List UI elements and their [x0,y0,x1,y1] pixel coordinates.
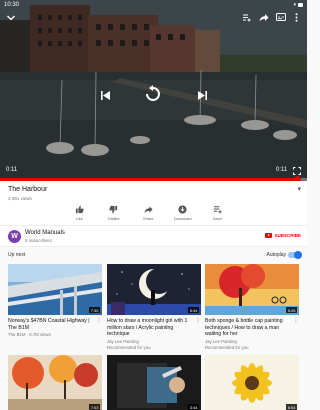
subscribe-button[interactable]: SUBSCRIBE [265,233,301,238]
video-thumbnail[interactable]: 5:26 [205,264,299,315]
replay-icon[interactable] [143,84,163,104]
dislike-button[interactable]: Dislike [97,205,132,221]
share-button[interactable]: Share [131,205,166,221]
download-label: Download [173,216,192,221]
card-meta: Jay Lee Painting [107,338,139,344]
recommendation-card[interactable]: 7:30 Norway's $47BN Coastal Highway | Th… [8,264,102,338]
save-button[interactable]: Save [200,205,235,221]
share-icon[interactable] [259,12,269,22]
channel-row[interactable]: W World Manuals 5 subscribers SUBSCRIBE [0,225,307,247]
download-button[interactable]: Download [166,205,201,221]
youtube-logo-icon [265,233,273,238]
wifi-icon: ▾ [293,2,296,8]
duration-badge: 7:30 [89,307,100,313]
view-count: 2,491 views [8,196,32,201]
download-icon [178,205,187,214]
thumbnail-image [8,355,102,410]
recommendation-card[interactable]: 7:03 [8,355,102,410]
video-info: The Harbour 2,491 views ▾ Like Dislike S… [0,181,307,225]
save-label: Save [212,216,222,221]
subscriber-count: 5 subscribers [25,238,52,243]
up-next-label: Up next [8,252,26,258]
add-to-queue-icon[interactable] [241,12,251,22]
more-options-icon[interactable] [292,12,300,22]
autoplay-toggle-knob [294,251,302,259]
dislike-label: Dislike [107,216,120,221]
recommendation-card[interactable]: 5:44 How to draw a moonlight girl with 1… [107,264,201,351]
add-to-playlist-icon [213,206,222,214]
video-thumbnail[interactable]: 6:54 [205,355,299,410]
thumbs-down-icon [109,205,118,214]
video-thumbnail[interactable]: 7:03 [8,355,102,410]
action-bar: Like Dislike Share Download Save [62,205,235,221]
share-label: Share [142,216,154,221]
subscribe-label: SUBSCRIBE [274,233,301,238]
autoplay-toggle[interactable] [288,251,302,259]
thumbnail-image [107,264,201,315]
thumbs-up-icon [75,205,84,214]
recommendation-card[interactable]: 5:26 Both sponge & bottle cap painting t… [205,264,299,351]
next-icon[interactable] [195,88,209,102]
status-icons: ▾ [293,2,303,8]
duration-badge: 3:44 [188,404,199,410]
card-meta-secondary: Recommended for you [205,345,249,350]
duration-badge: 7:03 [89,404,100,410]
autoplay-label: Autoplay [266,252,286,258]
minimize-icon[interactable] [5,12,17,24]
recommendation-card[interactable]: 3:44 [107,355,201,410]
more-options-icon[interactable]: ⋮ [96,318,102,324]
status-bar: 10:30 ▾ [0,0,307,10]
card-title: Norway's $47BN Coastal Highway | The B1M [8,318,90,331]
duration-badge: 6:54 [286,404,297,410]
recommendation-card[interactable]: 6:54 [205,355,299,410]
expand-description-icon[interactable]: ▾ [297,185,301,193]
video-player[interactable]: 10:30 ▾ 0:11 0:11 [0,0,307,181]
card-meta: The B1M · 8.7M views [8,332,51,337]
previous-icon[interactable] [98,88,112,102]
up-next-header: Up next Autoplay [0,247,307,263]
avatar[interactable]: W [8,230,21,243]
duration-badge: 5:44 [188,307,199,313]
share-icon [144,206,153,214]
channel-name[interactable]: World Manuals [25,230,65,236]
video-title: The Harbour [8,186,48,193]
thumbnail-image [205,355,299,410]
remaining-time: 0:11 [276,167,288,173]
thumbnail-image [107,355,201,410]
video-thumbnail[interactable]: 3:44 [107,355,201,410]
video-thumbnail[interactable]: 7:30 [8,264,102,315]
thumbnail-image [8,264,102,315]
like-label: Like [75,216,83,221]
card-meta: Jay Lee Painting [205,338,237,344]
card-title: Both sponge & bottle cap painting techni… [205,318,283,337]
more-options-icon[interactable]: ⋮ [195,318,201,324]
fullscreen-icon[interactable] [292,166,301,175]
like-button[interactable]: Like [62,205,97,221]
captions-icon[interactable] [276,12,286,22]
video-thumbnail[interactable]: 5:44 [107,264,201,315]
battery-icon [298,3,303,7]
duration-badge: 5:26 [286,307,297,313]
card-meta-secondary: Recommended for you [107,345,151,350]
more-options-icon[interactable]: ⋮ [293,318,299,324]
thumbnail-image [205,264,299,315]
card-title: How to draw a moonlight girl with 1 mill… [107,318,188,337]
current-time: 0:11 [6,167,18,173]
status-time: 10:30 [4,2,20,8]
